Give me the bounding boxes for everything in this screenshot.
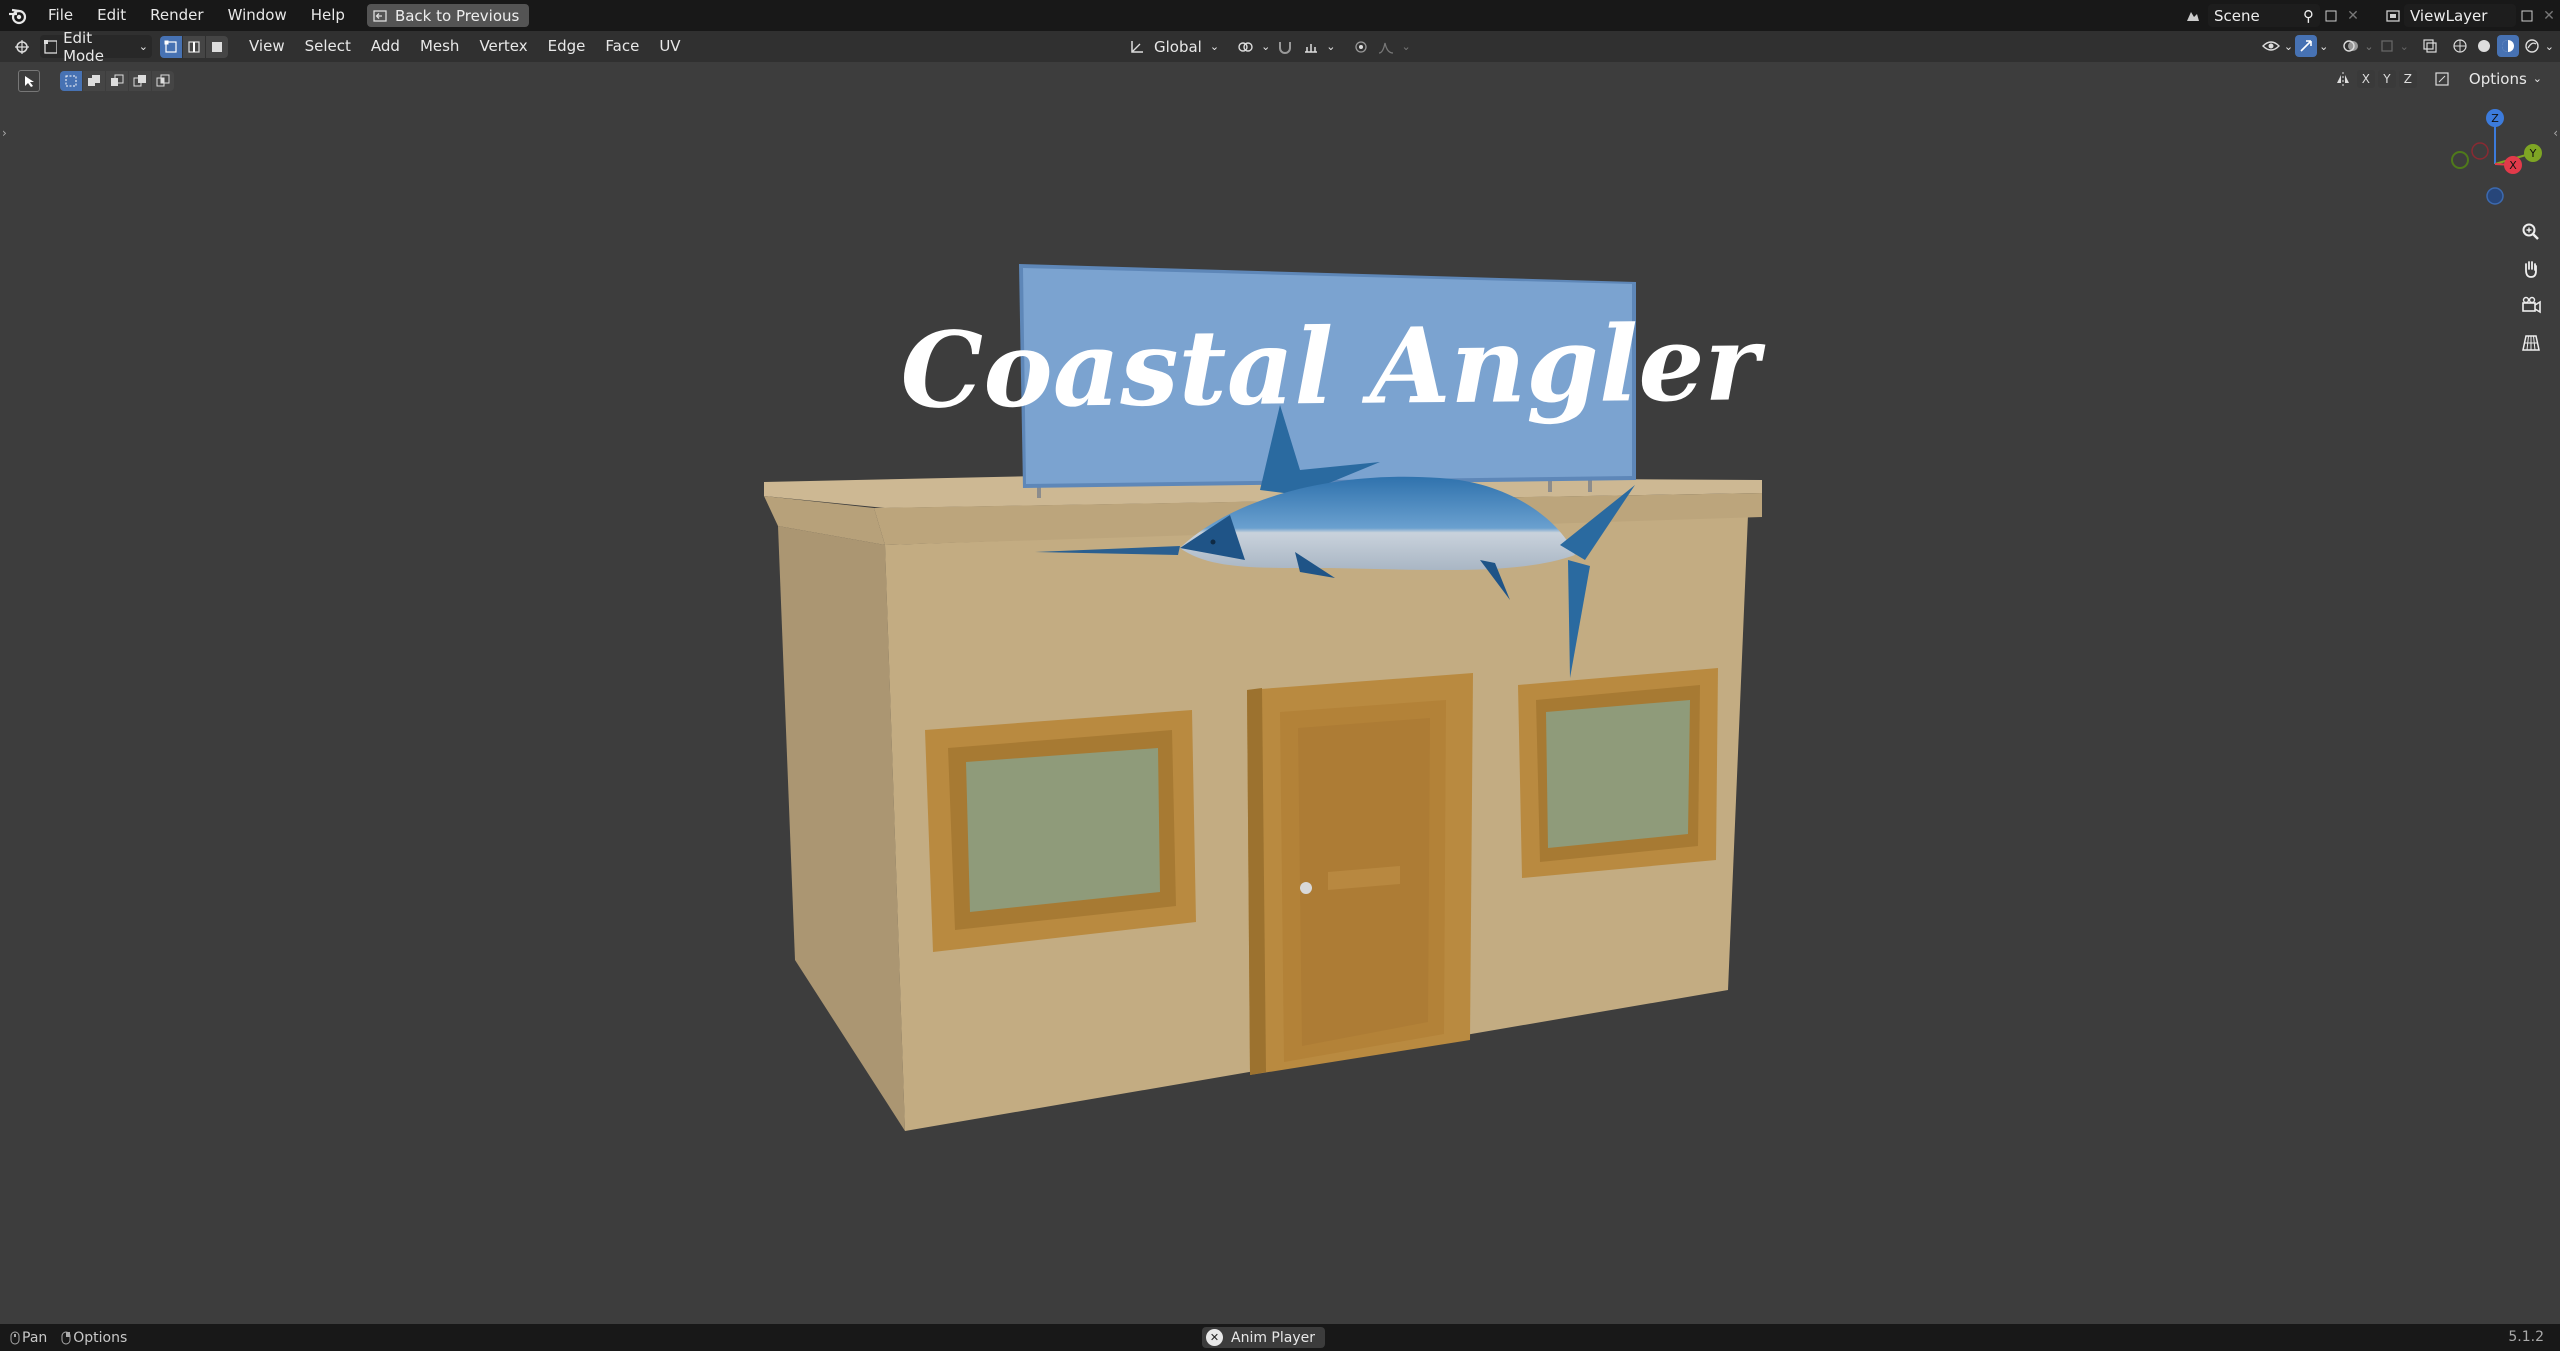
chevron-down-icon[interactable]: ⌄: [1326, 40, 1335, 53]
delete-view-layer-icon[interactable]: ✕: [2538, 5, 2560, 27]
status-pan-label: Pan: [22, 1329, 48, 1346]
menu-select[interactable]: Select: [295, 31, 361, 62]
transform-orientation-icon: [1126, 36, 1148, 58]
chevron-down-icon[interactable]: ⌄: [2284, 40, 2293, 53]
scene-name: Scene: [2214, 6, 2260, 25]
right-window-glass: [1546, 700, 1690, 848]
door-knob: [1300, 882, 1312, 894]
chevron-down-icon: ⌄: [138, 40, 148, 53]
material-shading-icon[interactable]: [2496, 35, 2519, 57]
vertex-select-icon[interactable]: [160, 35, 182, 58]
chevron-down-icon[interactable]: ⌄: [2319, 40, 2328, 53]
gizmo-toggle-icon[interactable]: [2295, 35, 2318, 57]
back-to-previous-button[interactable]: Back to Previous: [366, 4, 530, 27]
pivot-point-icon[interactable]: [1235, 36, 1257, 58]
back-button-label: Back to Previous: [394, 6, 520, 25]
edge-select-icon[interactable]: [183, 35, 205, 58]
chevron-down-icon[interactable]: ⌄: [2364, 40, 2373, 53]
new-scene-icon[interactable]: [2320, 5, 2342, 27]
viewport-header: Edit Mode ⌄ View Select Add Mesh Vertex …: [0, 29, 2560, 65]
transform-orientation-dropdown[interactable]: Global ⌄: [1152, 35, 1221, 58]
menu-help[interactable]: Help: [299, 0, 357, 31]
menu-face[interactable]: Face: [595, 31, 649, 62]
version-label: 5.1.2: [2508, 1329, 2544, 1345]
visibility-icon[interactable]: [2260, 35, 2282, 57]
status-bar: Pan Options ✕ Anim Player 5.1.2: [0, 1324, 2560, 1351]
new-view-layer-icon[interactable]: [2516, 5, 2538, 27]
menu-edit[interactable]: Edit: [85, 0, 138, 31]
mouse-middle-icon: [8, 1327, 22, 1349]
mode-dropdown[interactable]: Edit Mode ⌄: [40, 29, 152, 65]
scene-selector[interactable]: Scene ⚲: [2208, 4, 2320, 27]
view-layer-selector[interactable]: ViewLayer: [2404, 4, 2516, 27]
face-select-icon[interactable]: [206, 35, 228, 58]
chevron-down-icon[interactable]: ⌄: [2400, 40, 2409, 53]
menu-window[interactable]: Window: [216, 0, 299, 31]
mouse-right-icon: [59, 1327, 73, 1349]
delete-scene-icon[interactable]: ✕: [2342, 5, 2364, 27]
edit-mode-icon: [44, 39, 58, 54]
chevron-down-icon[interactable]: ⌄: [2545, 40, 2554, 53]
menu-file[interactable]: File: [36, 0, 85, 31]
blender-logo-icon[interactable]: [0, 0, 36, 31]
anim-player-chip[interactable]: ✕ Anim Player: [1202, 1327, 1325, 1348]
menu-add[interactable]: Add: [361, 31, 410, 62]
status-options-label: Options: [73, 1329, 128, 1346]
viewport-right-controls: ⌄ ⌄ ⌄ ⌄ ⌄: [2260, 35, 2554, 57]
scene-type-icon[interactable]: [2182, 5, 2204, 27]
proportional-editing-icon[interactable]: [1350, 36, 1372, 58]
menu-vertex[interactable]: Vertex: [469, 31, 537, 62]
view-layer-name: ViewLayer: [2410, 6, 2488, 25]
chevron-down-icon[interactable]: ⌄: [1402, 40, 1411, 53]
building-left-wall: [778, 526, 905, 1131]
back-icon: [373, 9, 387, 22]
sign-text: Coastal Angler: [900, 301, 1767, 432]
view-layer-icon[interactable]: [2382, 5, 2404, 27]
menu-view[interactable]: View: [239, 31, 295, 62]
editor-type-icon[interactable]: [12, 36, 34, 58]
wireframe-shading-icon[interactable]: [2449, 35, 2471, 57]
mesh-edit-overlays-icon[interactable]: [2376, 35, 2398, 57]
left-window-glass: [966, 748, 1160, 912]
overlays-icon[interactable]: [2340, 35, 2362, 57]
select-mode-group: [160, 35, 229, 58]
pin-icon[interactable]: ⚲: [2303, 7, 2314, 25]
transform-controls: Global ⌄ ⌄ ⌄ ⌄: [1126, 35, 1411, 58]
top-menu-bar: File Edit Render Window Help Back to Pre…: [0, 0, 2560, 31]
menu-edge[interactable]: Edge: [538, 31, 596, 62]
falloff-icon[interactable]: [1376, 36, 1398, 58]
xray-icon[interactable]: [2419, 35, 2441, 57]
snap-icon[interactable]: [1274, 36, 1296, 58]
menu-mesh[interactable]: Mesh: [410, 31, 470, 62]
transform-orientation-label: Global: [1154, 37, 1202, 56]
menu-uv[interactable]: UV: [649, 31, 690, 62]
fish-eye: [1210, 539, 1216, 545]
chevron-down-icon: ⌄: [1209, 40, 1220, 53]
scene-viewport[interactable]: Coastal Angler: [0, 62, 2560, 1324]
snap-target-icon[interactable]: [1300, 36, 1322, 58]
top-right-controls: Scene ⚲ ✕ ViewLayer ✕: [2182, 0, 2560, 31]
mode-label: Edit Mode: [63, 28, 104, 65]
solid-shading-icon[interactable]: [2473, 35, 2495, 57]
close-circle-icon[interactable]: ✕: [1206, 1329, 1223, 1346]
anim-player-label: Anim Player: [1231, 1329, 1315, 1346]
menu-render[interactable]: Render: [138, 0, 215, 31]
chevron-down-icon[interactable]: ⌄: [1261, 40, 1270, 53]
rendered-shading-icon[interactable]: [2521, 35, 2543, 57]
